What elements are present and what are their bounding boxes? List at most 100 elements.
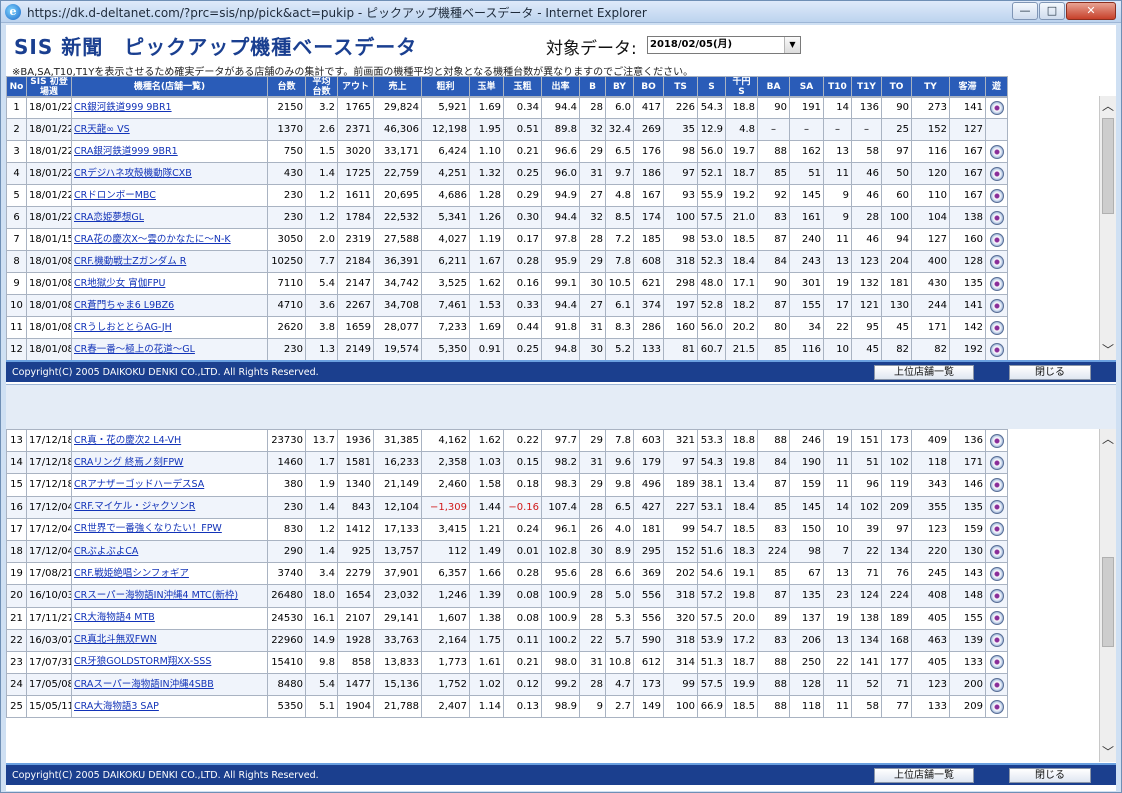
view-detail-icon[interactable] xyxy=(989,655,1004,670)
table-cell: 52.8 xyxy=(697,294,726,317)
view-detail-icon[interactable] xyxy=(989,100,1004,115)
table-cell: 9 xyxy=(579,695,606,719)
close-window-button[interactable]: ✕ xyxy=(1066,2,1116,20)
scroll-thumb[interactable] xyxy=(1102,557,1114,647)
table-cell: 17/12/18 xyxy=(26,473,72,497)
scroll-up-icon[interactable]: ︿ xyxy=(1100,431,1116,447)
view-detail-icon[interactable] xyxy=(989,232,1004,247)
table-cell: 0.08 xyxy=(503,606,542,630)
machine-link[interactable]: CR春一番〜極上の花道〜GL xyxy=(74,344,195,355)
view-detail-icon[interactable] xyxy=(989,588,1004,603)
table-cell: 96.1 xyxy=(541,517,580,541)
table-cell: 100.9 xyxy=(541,584,580,608)
machine-link[interactable]: CRAスーパー海物語IN沖縄4SBB xyxy=(74,679,214,690)
view-detail-icon[interactable] xyxy=(989,477,1004,492)
table-cell: 28 xyxy=(579,673,606,697)
store-list-button[interactable]: 上位店舗一覧 xyxy=(874,768,974,783)
machine-link[interactable]: CRF.マイケル・ジャクソンR xyxy=(74,501,195,512)
view-detail-icon[interactable] xyxy=(989,166,1004,181)
scroll-down-icon[interactable]: ﹀ xyxy=(1100,342,1116,358)
maximize-button[interactable]: □ xyxy=(1039,2,1065,20)
table-cell: 145 xyxy=(789,495,824,519)
table-cell: 1,246 xyxy=(421,584,470,608)
table-cell: 85 xyxy=(757,562,790,586)
view-detail-icon[interactable] xyxy=(989,433,1004,448)
machine-link[interactable]: CRデジハネ攻殻機動隊CXB xyxy=(74,168,192,179)
play-cell xyxy=(985,517,1008,541)
table-cell: 100 xyxy=(663,695,698,719)
view-detail-icon[interactable] xyxy=(989,677,1004,692)
view-detail-icon[interactable] xyxy=(989,611,1004,626)
view-detail-icon[interactable] xyxy=(989,188,1004,203)
view-detail-icon[interactable] xyxy=(989,342,1004,357)
play-cell xyxy=(985,695,1008,719)
machine-link[interactable]: CR世界で一番強くなりたい！FPW xyxy=(74,523,222,534)
view-detail-icon[interactable] xyxy=(989,500,1004,515)
machine-link[interactable]: CR大海物語4 MTB xyxy=(74,612,155,623)
view-detail-icon[interactable] xyxy=(989,633,1004,648)
machine-link[interactable]: CR銀河鉄道999 9BR1 xyxy=(74,102,172,113)
machine-link[interactable]: CRA花の慶次X〜雲のかなたに〜N-K xyxy=(74,234,231,245)
machine-link[interactable]: CRA銀河鉄道999 9BR1 xyxy=(74,146,178,157)
machine-link[interactable]: CRうしおととらAG-JH xyxy=(74,322,172,333)
machine-link[interactable]: CRドロンボーMBC xyxy=(74,190,156,201)
table-cell: 244 xyxy=(911,294,950,317)
table-row: 15 17/12/18 CRアナザーゴッドハーデスSA 380 1.9 1340 21,14… xyxy=(6,473,1008,497)
view-detail-icon[interactable] xyxy=(989,210,1004,225)
table-cell: 230 xyxy=(267,338,306,361)
machine-name-cell: CR天龍∞ VS xyxy=(71,118,268,141)
view-detail-icon[interactable] xyxy=(989,144,1004,159)
machine-link[interactable]: CR天龍∞ VS xyxy=(74,124,130,135)
table-cell: 9 xyxy=(6,272,27,295)
table-cell: 4,251 xyxy=(421,162,470,185)
table-cell: 136 xyxy=(851,96,882,119)
table-cell: 11 xyxy=(823,695,852,719)
view-detail-icon[interactable] xyxy=(989,276,1004,291)
table-cell: 556 xyxy=(633,606,664,630)
table-cell: 100 xyxy=(663,206,698,229)
table-cell: 1.69 xyxy=(469,316,504,339)
date-select[interactable]: 2018/02/05(月) ▼ xyxy=(647,36,801,54)
table-cell: 31 xyxy=(579,650,606,675)
machine-link[interactable]: CRスーパー海物語IN沖縄4 MTC(新枠) xyxy=(74,590,238,601)
machine-link[interactable]: CRA大海物語3 SAP xyxy=(74,701,159,712)
table-cell: 11 xyxy=(823,673,852,697)
table-cell: 20.0 xyxy=(725,606,758,630)
machine-link[interactable]: CRF.戦姫絶唱シンフォギア xyxy=(74,568,189,579)
scrollbar-bottom[interactable]: ︿ ﹀ xyxy=(1099,429,1116,762)
view-detail-icon[interactable] xyxy=(989,566,1004,581)
machine-link[interactable]: CR蒼門ちゃま6 L9BZ6 xyxy=(74,300,174,311)
table-cell: – xyxy=(851,118,882,141)
view-detail-icon[interactable] xyxy=(989,254,1004,269)
close-button[interactable]: 閉じる xyxy=(1009,365,1091,380)
view-detail-icon[interactable] xyxy=(989,699,1004,714)
browser-window: e https://dk.d-deltanet.com/?prc=sis/np/… xyxy=(0,0,1122,793)
table-row: 5 18/01/22 CRドロンボーMBC 230 1.2 1611 20,695 4,686… xyxy=(6,184,1008,207)
minimize-button[interactable]: — xyxy=(1012,2,1038,20)
play-cell xyxy=(985,272,1008,295)
machine-link[interactable]: CRアナザーゴッドハーデスSA xyxy=(74,479,204,490)
scroll-thumb[interactable] xyxy=(1102,118,1114,214)
chevron-down-icon[interactable]: ▼ xyxy=(784,37,800,53)
view-detail-icon[interactable] xyxy=(989,522,1004,537)
table-cell: 405 xyxy=(911,606,950,630)
view-detail-icon[interactable] xyxy=(989,320,1004,335)
table-row: 4 18/01/22 CRデジハネ攻殻機動隊CXB 430 1.4 1725 22,759 4… xyxy=(6,162,1008,185)
store-list-button[interactable]: 上位店舗一覧 xyxy=(874,365,974,380)
machine-link[interactable]: CRぷよぷよCA xyxy=(74,546,138,557)
close-button[interactable]: 閉じる xyxy=(1009,768,1091,783)
scrollbar-top[interactable]: ︿ ﹀ xyxy=(1099,96,1116,360)
machine-link[interactable]: CRA恋姫夢想GL xyxy=(74,212,144,223)
scroll-down-icon[interactable]: ﹀ xyxy=(1100,744,1116,760)
title-bar[interactable]: e https://dk.d-deltanet.com/?prc=sis/np/… xyxy=(1,1,1121,23)
machine-link[interactable]: CR真北斗無双FWN xyxy=(74,634,157,645)
machine-link[interactable]: CR地獄少女 宵伽FPU xyxy=(74,278,165,289)
machine-link[interactable]: CR真・花の慶次2 L4-VH xyxy=(74,435,181,446)
view-detail-icon[interactable] xyxy=(989,298,1004,313)
scroll-up-icon[interactable]: ︿ xyxy=(1100,98,1116,114)
machine-link[interactable]: CRF.機動戦士Zガンダム R xyxy=(74,256,186,267)
machine-link[interactable]: CRAリング 終焉ノ刻FPW xyxy=(74,457,183,468)
view-detail-icon[interactable] xyxy=(989,544,1004,559)
machine-link[interactable]: CR牙狼GOLDSTORM翔XX-SSS xyxy=(74,656,211,667)
view-detail-icon[interactable] xyxy=(989,455,1004,470)
